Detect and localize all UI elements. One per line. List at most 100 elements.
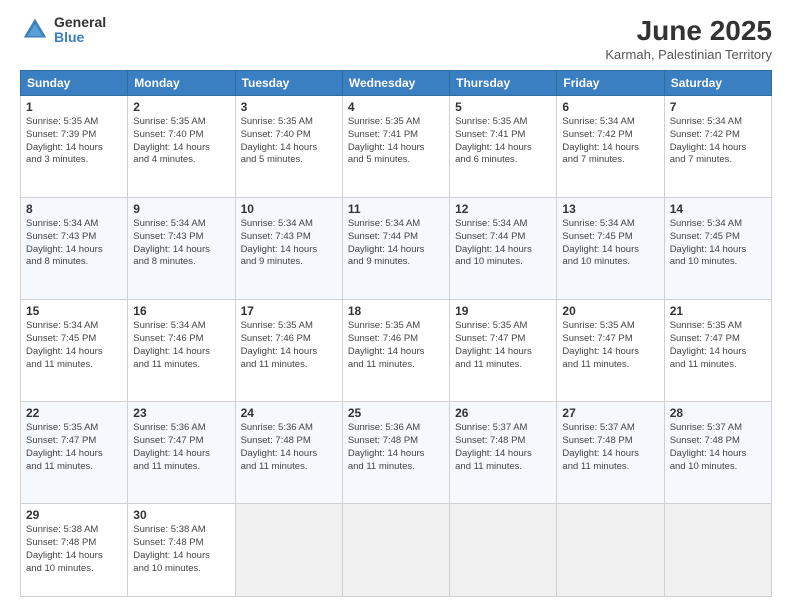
col-header-friday: Friday <box>557 71 664 96</box>
day-info: Sunrise: 5:34 AM Sunset: 7:46 PM Dayligh… <box>133 320 229 371</box>
calendar-cell: 25 Sunrise: 5:36 AM Sunset: 7:48 PM Dayli… <box>342 402 449 504</box>
calendar-cell: 23Sunrise: 5:36 AM Sunset: 7:47 PM Dayli… <box>128 402 235 504</box>
calendar-cell: 6 Sunrise: 5:34 AM Sunset: 7:42 PM Daylig… <box>557 96 664 198</box>
day-info: Sunrise: 5:34 AM Sunset: 7:45 PM Dayligh… <box>26 320 122 371</box>
col-header-saturday: Saturday <box>664 71 771 96</box>
calendar-cell: 30Sunrise: 5:38 AM Sunset: 7:48 PM Dayli… <box>128 504 235 597</box>
day-number: 5 <box>455 100 551 114</box>
day-info: Sunrise: 5:38 AM Sunset: 7:48 PM Dayligh… <box>26 524 122 575</box>
day-info: Sunrise: 5:37 AM Sunset: 7:48 PM Dayligh… <box>670 422 766 473</box>
day-number: 26 <box>455 406 551 420</box>
col-header-sunday: Sunday <box>21 71 128 96</box>
day-info: Sunrise: 5:35 AM Sunset: 7:47 PM Dayligh… <box>562 320 658 371</box>
day-number: 14 <box>670 202 766 216</box>
day-number: 17 <box>241 304 337 318</box>
day-number: 15 <box>26 304 122 318</box>
day-info: Sunrise: 5:36 AM Sunset: 7:48 PM Dayligh… <box>241 422 337 473</box>
day-info: Sunrise: 5:34 AM Sunset: 7:43 PM Dayligh… <box>133 218 229 269</box>
header: General Blue June 2025 Karmah, Palestini… <box>20 15 772 62</box>
calendar-cell: 3 Sunrise: 5:35 AM Sunset: 7:40 PM Daylig… <box>235 96 342 198</box>
title-month: June 2025 <box>605 15 772 47</box>
day-number: 22 <box>26 406 122 420</box>
day-number: 20 <box>562 304 658 318</box>
day-number: 27 <box>562 406 658 420</box>
day-info: Sunrise: 5:34 AM Sunset: 7:45 PM Dayligh… <box>670 218 766 269</box>
day-info: Sunrise: 5:35 AM Sunset: 7:39 PM Dayligh… <box>26 116 122 167</box>
day-number: 28 <box>670 406 766 420</box>
calendar-cell: 29 Sunrise: 5:38 AM Sunset: 7:48 PM Dayli… <box>21 504 128 597</box>
logo-blue: Blue <box>54 30 106 45</box>
day-info: Sunrise: 5:34 AM Sunset: 7:45 PM Dayligh… <box>562 218 658 269</box>
calendar-cell: 26 Sunrise: 5:37 AM Sunset: 7:48 PM Dayli… <box>450 402 557 504</box>
calendar-cell: 7Sunrise: 5:34 AM Sunset: 7:42 PM Daylig… <box>664 96 771 198</box>
day-number: 24 <box>241 406 337 420</box>
day-info: Sunrise: 5:34 AM Sunset: 7:44 PM Dayligh… <box>455 218 551 269</box>
calendar-cell: 28 Sunrise: 5:37 AM Sunset: 7:48 PM Dayli… <box>664 402 771 504</box>
calendar-cell: 15 Sunrise: 5:34 AM Sunset: 7:45 PM Dayli… <box>21 300 128 402</box>
day-info: Sunrise: 5:35 AM Sunset: 7:47 PM Dayligh… <box>670 320 766 371</box>
day-number: 2 <box>133 100 229 114</box>
day-info: Sunrise: 5:37 AM Sunset: 7:48 PM Dayligh… <box>455 422 551 473</box>
calendar-cell: 19 Sunrise: 5:35 AM Sunset: 7:47 PM Dayli… <box>450 300 557 402</box>
day-number: 25 <box>348 406 444 420</box>
calendar-cell <box>235 504 342 597</box>
day-info: Sunrise: 5:38 AM Sunset: 7:48 PM Dayligh… <box>133 524 229 575</box>
day-info: Sunrise: 5:36 AM Sunset: 7:48 PM Dayligh… <box>348 422 444 473</box>
col-header-monday: Monday <box>128 71 235 96</box>
day-number: 29 <box>26 508 122 522</box>
calendar-table: SundayMondayTuesdayWednesdayThursdayFrid… <box>20 70 772 597</box>
logo-general: General <box>54 15 106 30</box>
day-number: 3 <box>241 100 337 114</box>
week-row-4: 22Sunrise: 5:35 AM Sunset: 7:47 PM Dayli… <box>21 402 772 504</box>
page: General Blue June 2025 Karmah, Palestini… <box>0 0 792 612</box>
day-number: 19 <box>455 304 551 318</box>
logo-text: General Blue <box>54 15 106 46</box>
calendar-cell: 16Sunrise: 5:34 AM Sunset: 7:46 PM Dayli… <box>128 300 235 402</box>
logo: General Blue <box>20 15 106 46</box>
header-row: SundayMondayTuesdayWednesdayThursdayFrid… <box>21 71 772 96</box>
day-number: 13 <box>562 202 658 216</box>
calendar-cell: 22Sunrise: 5:35 AM Sunset: 7:47 PM Dayli… <box>21 402 128 504</box>
day-number: 8 <box>26 202 122 216</box>
col-header-wednesday: Wednesday <box>342 71 449 96</box>
day-number: 21 <box>670 304 766 318</box>
day-info: Sunrise: 5:35 AM Sunset: 7:47 PM Dayligh… <box>455 320 551 371</box>
calendar-cell <box>664 504 771 597</box>
col-header-tuesday: Tuesday <box>235 71 342 96</box>
day-number: 10 <box>241 202 337 216</box>
day-number: 6 <box>562 100 658 114</box>
week-row-2: 8 Sunrise: 5:34 AM Sunset: 7:43 PM Daylig… <box>21 198 772 300</box>
title-block: June 2025 Karmah, Palestinian Territory <box>605 15 772 62</box>
calendar-cell: 24 Sunrise: 5:36 AM Sunset: 7:48 PM Dayli… <box>235 402 342 504</box>
title-location: Karmah, Palestinian Territory <box>605 47 772 62</box>
calendar-cell: 8 Sunrise: 5:34 AM Sunset: 7:43 PM Daylig… <box>21 198 128 300</box>
day-info: Sunrise: 5:35 AM Sunset: 7:41 PM Dayligh… <box>455 116 551 167</box>
calendar-cell: 5 Sunrise: 5:35 AM Sunset: 7:41 PM Daylig… <box>450 96 557 198</box>
day-number: 1 <box>26 100 122 114</box>
day-info: Sunrise: 5:34 AM Sunset: 7:42 PM Dayligh… <box>562 116 658 167</box>
day-number: 4 <box>348 100 444 114</box>
day-number: 9 <box>133 202 229 216</box>
day-info: Sunrise: 5:35 AM Sunset: 7:40 PM Dayligh… <box>241 116 337 167</box>
day-info: Sunrise: 5:35 AM Sunset: 7:40 PM Dayligh… <box>133 116 229 167</box>
calendar-cell: 12 Sunrise: 5:34 AM Sunset: 7:44 PM Dayli… <box>450 198 557 300</box>
day-info: Sunrise: 5:34 AM Sunset: 7:43 PM Dayligh… <box>241 218 337 269</box>
calendar-cell: 4Sunrise: 5:35 AM Sunset: 7:41 PM Daylig… <box>342 96 449 198</box>
day-info: Sunrise: 5:35 AM Sunset: 7:46 PM Dayligh… <box>241 320 337 371</box>
day-info: Sunrise: 5:34 AM Sunset: 7:43 PM Dayligh… <box>26 218 122 269</box>
day-info: Sunrise: 5:34 AM Sunset: 7:44 PM Dayligh… <box>348 218 444 269</box>
calendar-cell: 17 Sunrise: 5:35 AM Sunset: 7:46 PM Dayli… <box>235 300 342 402</box>
calendar-cell: 11 Sunrise: 5:34 AM Sunset: 7:44 PM Dayli… <box>342 198 449 300</box>
week-row-1: 1 Sunrise: 5:35 AM Sunset: 7:39 PM Daylig… <box>21 96 772 198</box>
calendar-cell <box>450 504 557 597</box>
calendar-cell: 21 Sunrise: 5:35 AM Sunset: 7:47 PM Dayli… <box>664 300 771 402</box>
calendar-cell: 18 Sunrise: 5:35 AM Sunset: 7:46 PM Dayli… <box>342 300 449 402</box>
day-number: 23 <box>133 406 229 420</box>
day-number: 11 <box>348 202 444 216</box>
calendar-cell: 27Sunrise: 5:37 AM Sunset: 7:48 PM Dayli… <box>557 402 664 504</box>
day-info: Sunrise: 5:35 AM Sunset: 7:46 PM Dayligh… <box>348 320 444 371</box>
day-number: 18 <box>348 304 444 318</box>
day-number: 12 <box>455 202 551 216</box>
calendar-cell: 9 Sunrise: 5:34 AM Sunset: 7:43 PM Daylig… <box>128 198 235 300</box>
logo-icon <box>20 15 50 45</box>
